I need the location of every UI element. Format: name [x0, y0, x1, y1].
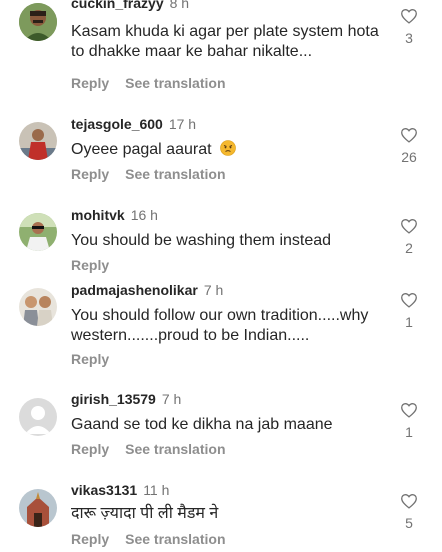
heart-icon[interactable] — [400, 8, 418, 24]
comment-actions: Reply See translation — [71, 531, 242, 547]
comment-time: 7 h — [203, 282, 224, 298]
username-link[interactable]: cuckin_frazyy — [71, 0, 164, 11]
comment-text: दारू ज़्यादा पी ली मैडम ने — [71, 505, 219, 522]
comment-actions: Reply — [71, 351, 125, 367]
username-link[interactable]: girish_13579 — [71, 391, 156, 407]
username-link[interactable]: mohitvk — [71, 207, 125, 223]
reply-button[interactable]: Reply — [71, 351, 109, 367]
like-control: 26 — [398, 127, 420, 165]
reply-button[interactable]: Reply — [71, 441, 109, 457]
heart-icon[interactable] — [400, 402, 418, 418]
comment-text: Oyeee pagal aaurat — [71, 140, 391, 160]
comment-actions: Reply See translation — [71, 441, 242, 457]
comment-header: padmajashenolikar 7 h — [71, 282, 223, 298]
like-control: 1 — [398, 292, 420, 330]
angry-face-emoji-icon — [220, 140, 236, 156]
username-link[interactable]: padmajashenolikar — [71, 282, 198, 298]
avatar[interactable] — [19, 489, 57, 527]
comment-text: You should be washing them instead — [71, 232, 332, 249]
comment-header: girish_13579 7 h — [71, 391, 181, 407]
like-count: 1 — [405, 424, 413, 440]
comment-actions: Reply — [71, 257, 125, 273]
comment-actions: Reply See translation — [71, 166, 242, 182]
comment-time: 17 h — [168, 116, 197, 132]
heart-icon[interactable] — [400, 493, 418, 509]
avatar[interactable] — [19, 213, 57, 251]
username-link[interactable]: tejasgole_600 — [71, 116, 163, 132]
comment-text: You should follow our own tradition.....… — [71, 307, 369, 344]
comment-time: 16 h — [130, 207, 158, 223]
reply-button[interactable]: Reply — [71, 531, 109, 547]
see-translation-button[interactable]: See translation — [125, 166, 225, 182]
comment-text-content: Oyeee pagal aaurat — [71, 141, 212, 158]
comment-header: mohitvk 16 h — [71, 207, 158, 223]
comment-text: Kasam khuda ki agar per plate system hot… — [71, 23, 379, 60]
reply-button[interactable]: Reply — [71, 166, 109, 182]
like-control: 5 — [398, 493, 420, 531]
like-control: 3 — [398, 8, 420, 46]
comment-time: 11 h — [143, 482, 170, 498]
like-count: 26 — [401, 149, 417, 165]
like-control: 2 — [398, 218, 420, 256]
avatar[interactable] — [19, 288, 57, 326]
avatar[interactable] — [19, 398, 57, 436]
comment-header: vikas3131 11 h — [71, 482, 169, 498]
username-link[interactable]: vikas3131 — [71, 482, 137, 498]
reply-button[interactable]: Reply — [71, 257, 109, 273]
comment-time: 8 h — [169, 0, 190, 11]
heart-icon[interactable] — [400, 218, 418, 234]
like-count: 5 — [405, 515, 413, 531]
see-translation-button[interactable]: See translation — [125, 75, 225, 91]
comment-time: 7 h — [161, 391, 182, 407]
heart-icon[interactable] — [400, 292, 418, 308]
like-count: 2 — [405, 240, 413, 256]
like-count: 3 — [405, 30, 413, 46]
comment-header: tejasgole_600 17 h — [71, 116, 196, 132]
comment-actions: Reply See translation — [71, 75, 242, 91]
see-translation-button[interactable]: See translation — [125, 441, 225, 457]
see-translation-button[interactable]: See translation — [125, 531, 225, 547]
avatar[interactable] — [19, 122, 57, 160]
like-count: 1 — [405, 314, 413, 330]
like-control: 1 — [398, 402, 420, 440]
avatar[interactable] — [19, 3, 57, 41]
comment-text: Gaand se tod ke dikha na jab maane — [71, 416, 333, 433]
heart-icon[interactable] — [400, 127, 418, 143]
reply-button[interactable]: Reply — [71, 75, 109, 91]
comment-header: cuckin_frazyy 8 h — [71, 0, 189, 11]
